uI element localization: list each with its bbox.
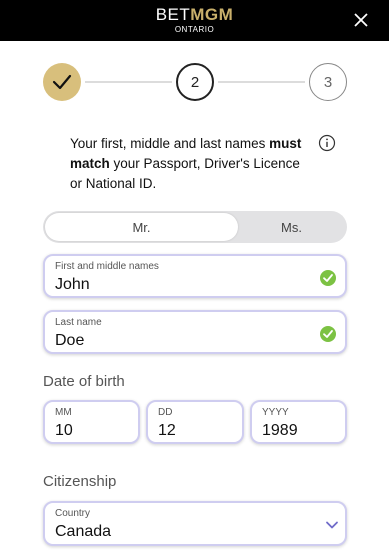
- field-label: Country: [55, 508, 91, 519]
- valid-check-icon: [320, 326, 336, 342]
- logo: BETMGM ONTARIO: [0, 6, 389, 34]
- field-value[interactable]: John: [55, 276, 90, 294]
- first-name-field[interactable]: First and middle names John: [43, 254, 347, 298]
- field-label: YYYY: [262, 407, 289, 418]
- logo-region: ONTARIO: [174, 25, 215, 34]
- field-label: MM: [55, 407, 72, 418]
- step-connector: [85, 81, 172, 83]
- field-label: Last name: [55, 317, 102, 328]
- citizenship-title: Citizenship: [43, 473, 117, 490]
- field-value[interactable]: 12: [158, 422, 176, 440]
- title-option-mr[interactable]: Mr.: [45, 213, 238, 241]
- title-option-ms[interactable]: Ms.: [238, 213, 345, 241]
- last-name-field[interactable]: Last name Doe: [43, 310, 347, 354]
- logo-mgm: MGM: [190, 5, 234, 24]
- progress-stepper: 2 3: [43, 63, 347, 101]
- field-value[interactable]: Doe: [55, 332, 84, 350]
- field-label: First and middle names: [55, 261, 159, 272]
- header: BETMGM ONTARIO: [0, 0, 389, 41]
- close-icon[interactable]: [353, 12, 369, 28]
- info-icon[interactable]: [318, 134, 336, 152]
- name-notice: Your first, middle and last names must m…: [70, 136, 302, 191]
- birth-year-field[interactable]: YYYY 1989: [250, 400, 347, 444]
- step-connector: [218, 81, 305, 83]
- step-3-upcoming: 3: [309, 63, 347, 101]
- date-of-birth-title: Date of birth: [43, 373, 125, 390]
- chevron-down-icon[interactable]: [325, 518, 339, 532]
- step-1-complete: [43, 63, 81, 101]
- title-toggle: Mr. Ms.: [43, 211, 347, 243]
- check-icon: [52, 74, 72, 90]
- field-value[interactable]: 10: [55, 422, 73, 440]
- step-2-current: 2: [176, 63, 214, 101]
- birth-month-field[interactable]: MM 10: [43, 400, 140, 444]
- field-label: DD: [158, 407, 173, 418]
- birth-day-field[interactable]: DD 12: [146, 400, 244, 444]
- field-value[interactable]: 1989: [262, 422, 298, 440]
- valid-check-icon: [320, 270, 336, 286]
- logo-bet: BET: [155, 5, 191, 24]
- field-value[interactable]: Canada: [55, 523, 111, 541]
- country-select[interactable]: Country Canada: [43, 501, 347, 546]
